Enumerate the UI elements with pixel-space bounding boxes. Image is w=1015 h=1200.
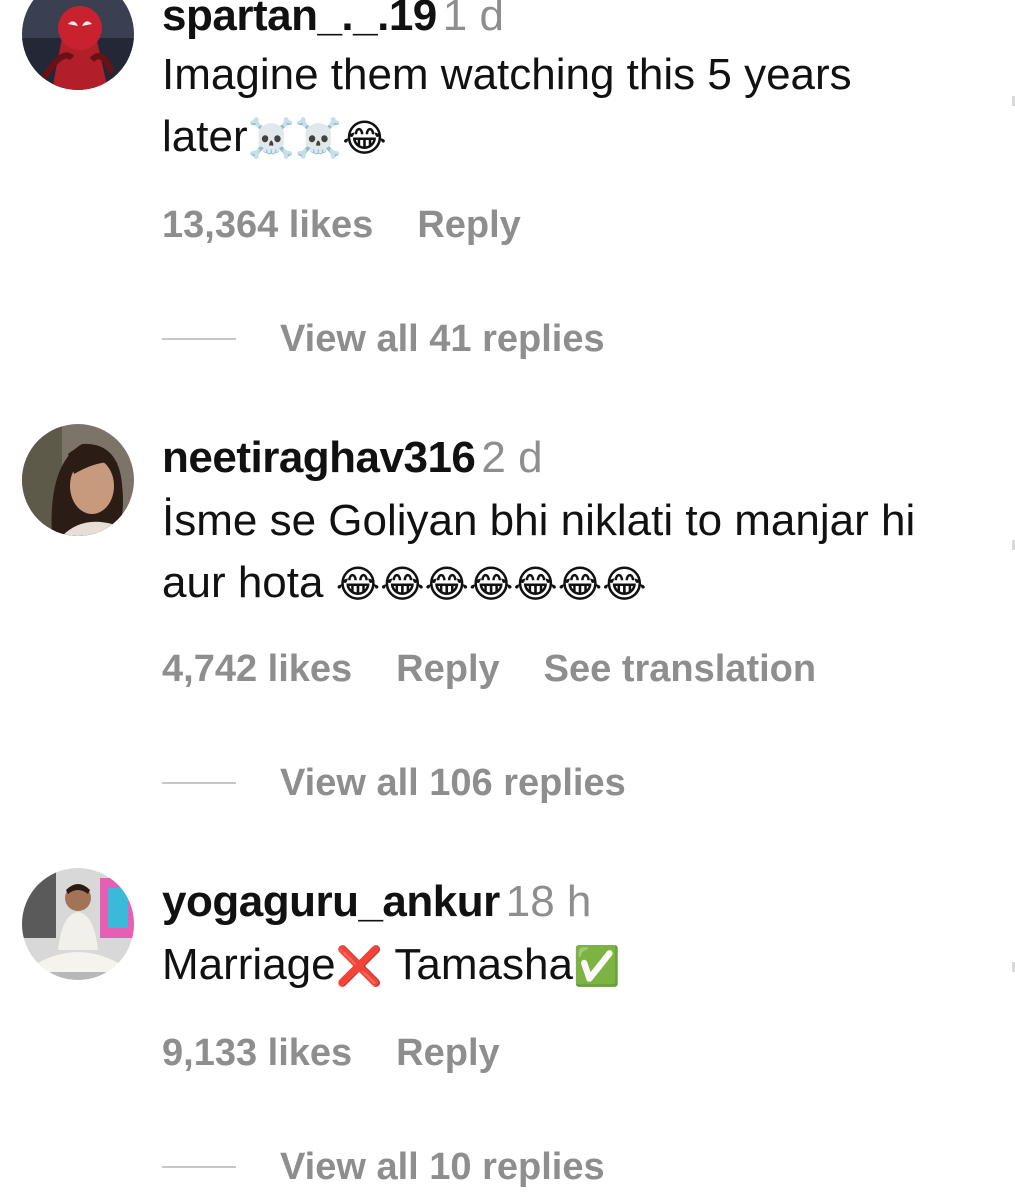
check-mark-icon: ✅ [572,944,621,988]
likes-count[interactable]: 13,364 likes [162,204,373,246]
comment-body: Marriage [162,940,336,989]
reply-button[interactable]: Reply [396,1032,499,1074]
reply-button[interactable]: Reply [396,648,499,690]
username[interactable]: neetiraghav316 [162,433,476,482]
timestamp: 18 h [505,877,592,926]
comment-header: spartan_._.19 1 d [162,0,504,42]
cross-mark-icon: ❌ [335,944,383,988]
comment-actions: 13,364 likes Reply [162,202,565,248]
avatar[interactable] [22,0,134,90]
username[interactable]: spartan_._.19 [162,0,437,40]
comment-body-continued: Tamasha [394,940,573,989]
comment-header: neetiraghav316 2 d [162,432,543,484]
reply-button[interactable]: Reply [417,204,520,246]
avatar[interactable] [22,424,134,536]
emoji-group: ☠️☠️😂 [247,116,387,160]
view-replies-label[interactable]: View all 41 replies [280,316,605,362]
likes-count[interactable]: 9,133 likes [162,1032,352,1074]
emoji-group: 😂😂😂😂😂😂😂 [335,562,647,606]
comment-text: İsme se Goliyan bhi niklati to manjar hi… [162,490,982,615]
view-replies-label[interactable]: View all 106 replies [280,760,626,806]
view-replies-label[interactable]: View all 10 replies [280,1144,605,1190]
replies-divider [162,1166,236,1168]
see-translation-button[interactable]: See translation [544,648,816,690]
yoga-man-avatar-icon [22,868,134,980]
timestamp: 1 d [442,0,504,40]
avatar[interactable] [22,868,134,980]
spiderman-avatar-icon [22,0,134,90]
timestamp: 2 d [481,433,543,482]
woman-avatar-icon [22,424,134,536]
replies-divider [162,338,236,340]
comment-header: yogaguru_ankur 18 h [162,876,591,928]
comment-text: Marriage❌ Tamasha✅ [162,934,982,997]
likes-count[interactable]: 4,742 likes [162,648,352,690]
comment-text: Imagine them watching this 5 years later… [162,44,982,169]
username[interactable]: yogaguru_ankur [162,877,500,926]
comment-actions: 9,133 likes Reply [162,1030,544,1076]
comment-actions: 4,742 likes Reply See translation [162,646,860,692]
replies-divider [162,782,236,784]
